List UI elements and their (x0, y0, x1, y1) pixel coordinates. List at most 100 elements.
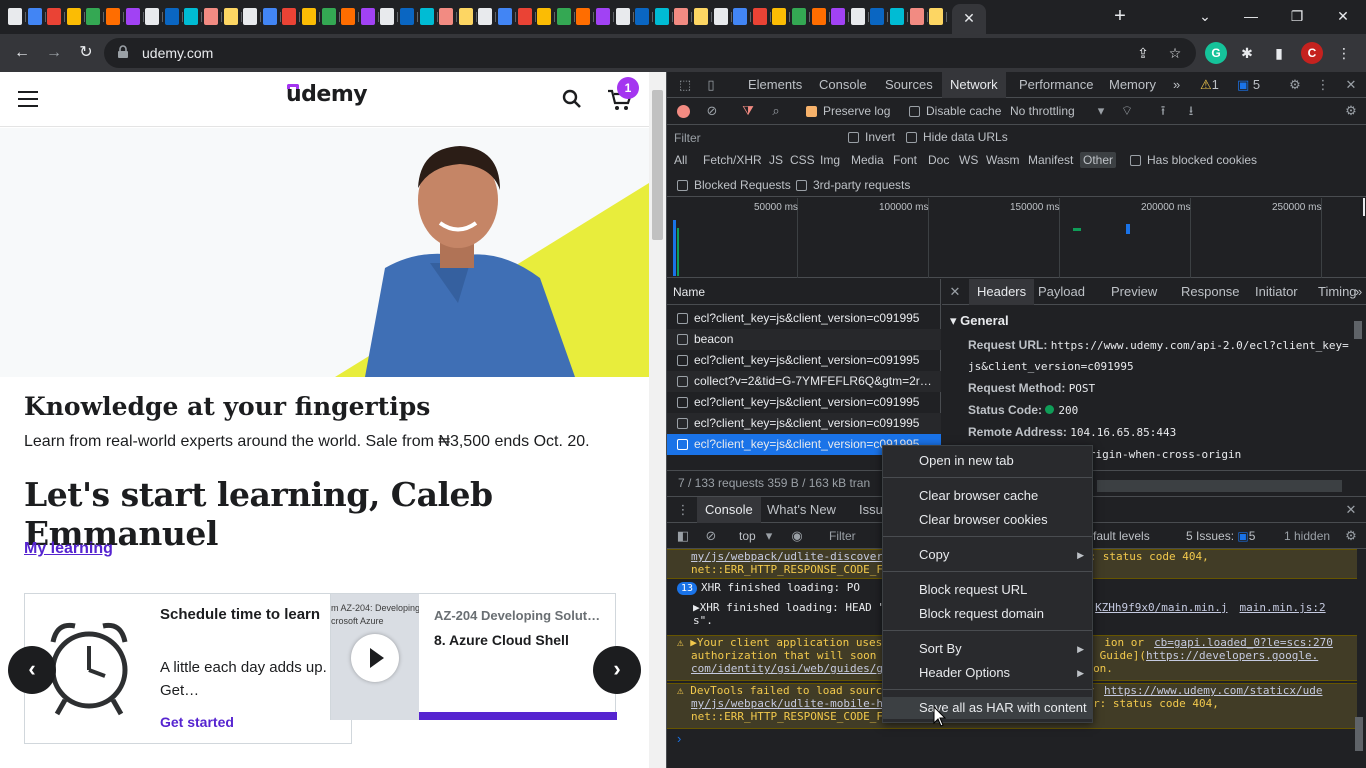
messages-counter[interactable]: ▣ 5 (1237, 72, 1260, 98)
menu-item-block-request-url[interactable]: Block request URL (883, 579, 1092, 601)
tab-elements[interactable]: Elements (748, 72, 802, 98)
tab-favicon[interactable] (556, 8, 571, 25)
course-progress-card[interactable]: m AZ-204: Developing Solu crosoft Azure … (330, 593, 617, 720)
carousel-prev-button[interactable]: ‹ (8, 646, 56, 694)
tab-payload[interactable]: Payload (1038, 279, 1085, 305)
tab-favicon[interactable] (439, 8, 454, 25)
tab-favicon[interactable] (8, 8, 22, 25)
type-filter-other[interactable]: Other (1080, 152, 1117, 168)
close-window-button[interactable]: ✕ (1320, 0, 1366, 34)
filter-funnel-icon[interactable]: ⧩ (740, 103, 756, 119)
play-icon[interactable] (351, 634, 399, 682)
reload-icon[interactable]: ↻ (72, 40, 100, 66)
tab-favicon[interactable] (125, 8, 140, 25)
get-started-link[interactable]: Get started (160, 714, 234, 730)
drawer-menu-icon[interactable]: ⋮ (675, 502, 691, 518)
forward-arrow-icon[interactable]: → (40, 40, 68, 66)
bookmark-star-icon[interactable]: ☆ (1166, 44, 1184, 62)
tab-favicon[interactable] (262, 8, 277, 25)
console-scrollbar[interactable] (1355, 557, 1365, 757)
import-har-icon[interactable]: ⭱ (1155, 103, 1171, 119)
close-tab-icon[interactable]: ✕ (963, 10, 975, 26)
tab-favicon[interactable] (419, 8, 434, 25)
network-conditions-icon[interactable]: ⌔ (1119, 103, 1135, 119)
warnings-counter[interactable]: ⚠1 (1200, 72, 1219, 98)
tab-favicon[interactable] (360, 8, 375, 25)
request-row[interactable]: ecl?client_key=js&client_version=c091995 (667, 308, 941, 329)
tab-favicon[interactable] (713, 8, 728, 25)
tab-timing[interactable]: Timing (1318, 279, 1357, 305)
tab-headers[interactable]: Headers (969, 279, 1035, 305)
invert-checkbox[interactable] (848, 132, 859, 143)
record-icon[interactable] (677, 105, 690, 118)
udemy-logo[interactable]: udemy (286, 82, 368, 107)
devtools-menu-icon[interactable]: ⋮ (1315, 77, 1331, 93)
disable-cache-checkbox[interactable] (909, 106, 920, 117)
tab-favicon[interactable] (694, 8, 708, 25)
request-row[interactable]: ecl?client_key=js&client_version=c091995 (667, 392, 941, 413)
settings-gear-icon[interactable]: ⚙ (1287, 77, 1303, 93)
tab-favicon[interactable] (380, 8, 395, 25)
my-learning-link[interactable]: My learning (24, 540, 113, 558)
menu-item-block-request-domain[interactable]: Block request domain (883, 603, 1092, 625)
tab-favicon[interactable] (772, 8, 787, 25)
back-arrow-icon[interactable]: ← (8, 40, 36, 66)
tab-favicon[interactable] (733, 8, 748, 25)
tab-favicon[interactable] (654, 8, 669, 25)
side-panel-icon[interactable]: ▮ (1270, 44, 1288, 62)
tab-favicon[interactable] (909, 8, 924, 25)
detail-scrollbar[interactable] (1354, 315, 1364, 455)
tab-favicon[interactable] (752, 8, 767, 25)
request-row[interactable]: ecl?client_key=js&client_version=c091995 (667, 350, 941, 371)
tab-favicon[interactable] (890, 8, 904, 25)
blocked-requests-checkbox[interactable] (677, 180, 688, 191)
tab-favicon[interactable] (223, 8, 238, 25)
restore-button[interactable]: ❐ (1274, 0, 1320, 34)
menu-item-clear-browser-cookies[interactable]: Clear browser cookies (883, 509, 1092, 531)
hide-data-urls-checkbox[interactable] (906, 132, 917, 143)
tab-favicon[interactable] (145, 8, 160, 25)
dropdown-arrow-icon[interactable]: ▾ (1093, 103, 1109, 119)
type-filter-js[interactable]: JS (769, 153, 783, 167)
type-filter-wasm[interactable]: Wasm (986, 153, 1020, 167)
log-levels-select[interactable]: fault levels (1093, 529, 1150, 543)
tab-network[interactable]: Network (942, 72, 1006, 98)
export-har-icon[interactable]: ⭳ (1183, 103, 1199, 119)
tab-favicon[interactable] (204, 8, 218, 25)
console-prompt-input[interactable]: › (677, 731, 681, 746)
tab-favicon[interactable] (106, 8, 120, 25)
tab-favicon[interactable] (282, 8, 297, 25)
clear-console-icon[interactable]: ⊘ (703, 528, 719, 544)
tab-favicon[interactable] (302, 8, 316, 25)
tab-favicon[interactable] (596, 8, 610, 25)
tab-favicon[interactable] (635, 8, 650, 25)
tab-favicon[interactable] (86, 8, 101, 25)
menu-item-copy[interactable]: Copy ▶ (883, 544, 1092, 566)
drawer-tab-whats-new[interactable]: What's New (767, 497, 836, 523)
tab-console[interactable]: Console (819, 72, 867, 98)
tab-favicon[interactable] (458, 8, 473, 25)
tab-favicon[interactable] (850, 8, 865, 25)
tab-favicon[interactable] (184, 8, 199, 25)
schedule-card[interactable]: Schedule time to learn A little each day… (24, 593, 352, 744)
profile-avatar[interactable]: C (1301, 42, 1323, 64)
tab-favicon[interactable] (929, 8, 944, 25)
tab-search-button[interactable]: ⌄ (1182, 0, 1228, 34)
type-filter-media[interactable]: Media (851, 153, 884, 167)
network-filter-input[interactable]: Filter (671, 129, 835, 147)
network-settings-icon[interactable]: ⚙ (1343, 103, 1359, 119)
device-toolbar-icon[interactable]: ▯ (703, 77, 719, 93)
extensions-puzzle-icon[interactable]: ✱ (1238, 44, 1256, 62)
tab-favicon[interactable] (537, 8, 552, 25)
type-filter-font[interactable]: Font (893, 153, 917, 167)
menu-item-open-in-new-tab[interactable]: Open in new tab (883, 450, 1092, 472)
request-row[interactable]: collect?v=2&tid=G-7YMFEFLR6Q&gtm=2re... (667, 371, 941, 392)
tab-performance[interactable]: Performance (1019, 72, 1093, 98)
address-bar[interactable]: udemy.com ⇪ ☆ (104, 38, 1196, 68)
request-row[interactable]: beacon (667, 329, 941, 350)
tab-favicon[interactable] (47, 8, 62, 25)
menu-item-clear-browser-cache[interactable]: Clear browser cache (883, 485, 1092, 507)
show-sidebar-icon[interactable]: ◧ (675, 528, 691, 544)
type-filter-all[interactable]: All (674, 153, 687, 167)
tab-preview[interactable]: Preview (1111, 279, 1157, 305)
